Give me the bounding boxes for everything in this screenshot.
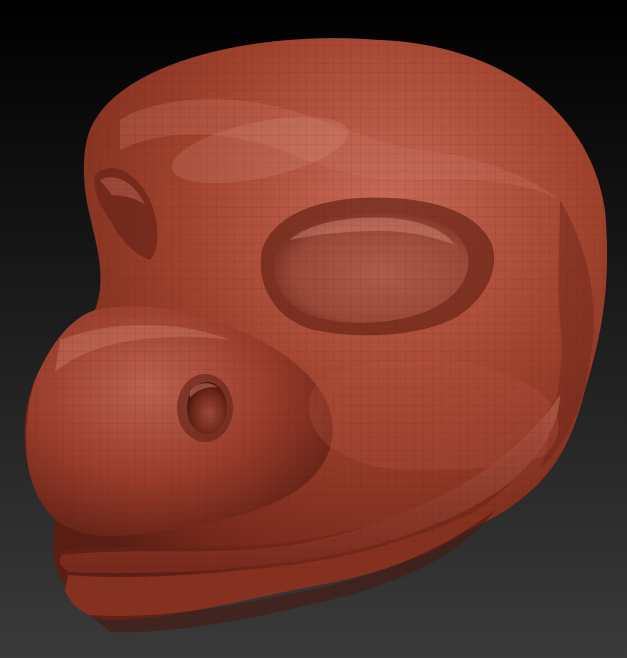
3d-viewport[interactable] <box>0 0 627 658</box>
viewport-canvas[interactable] <box>0 0 627 658</box>
